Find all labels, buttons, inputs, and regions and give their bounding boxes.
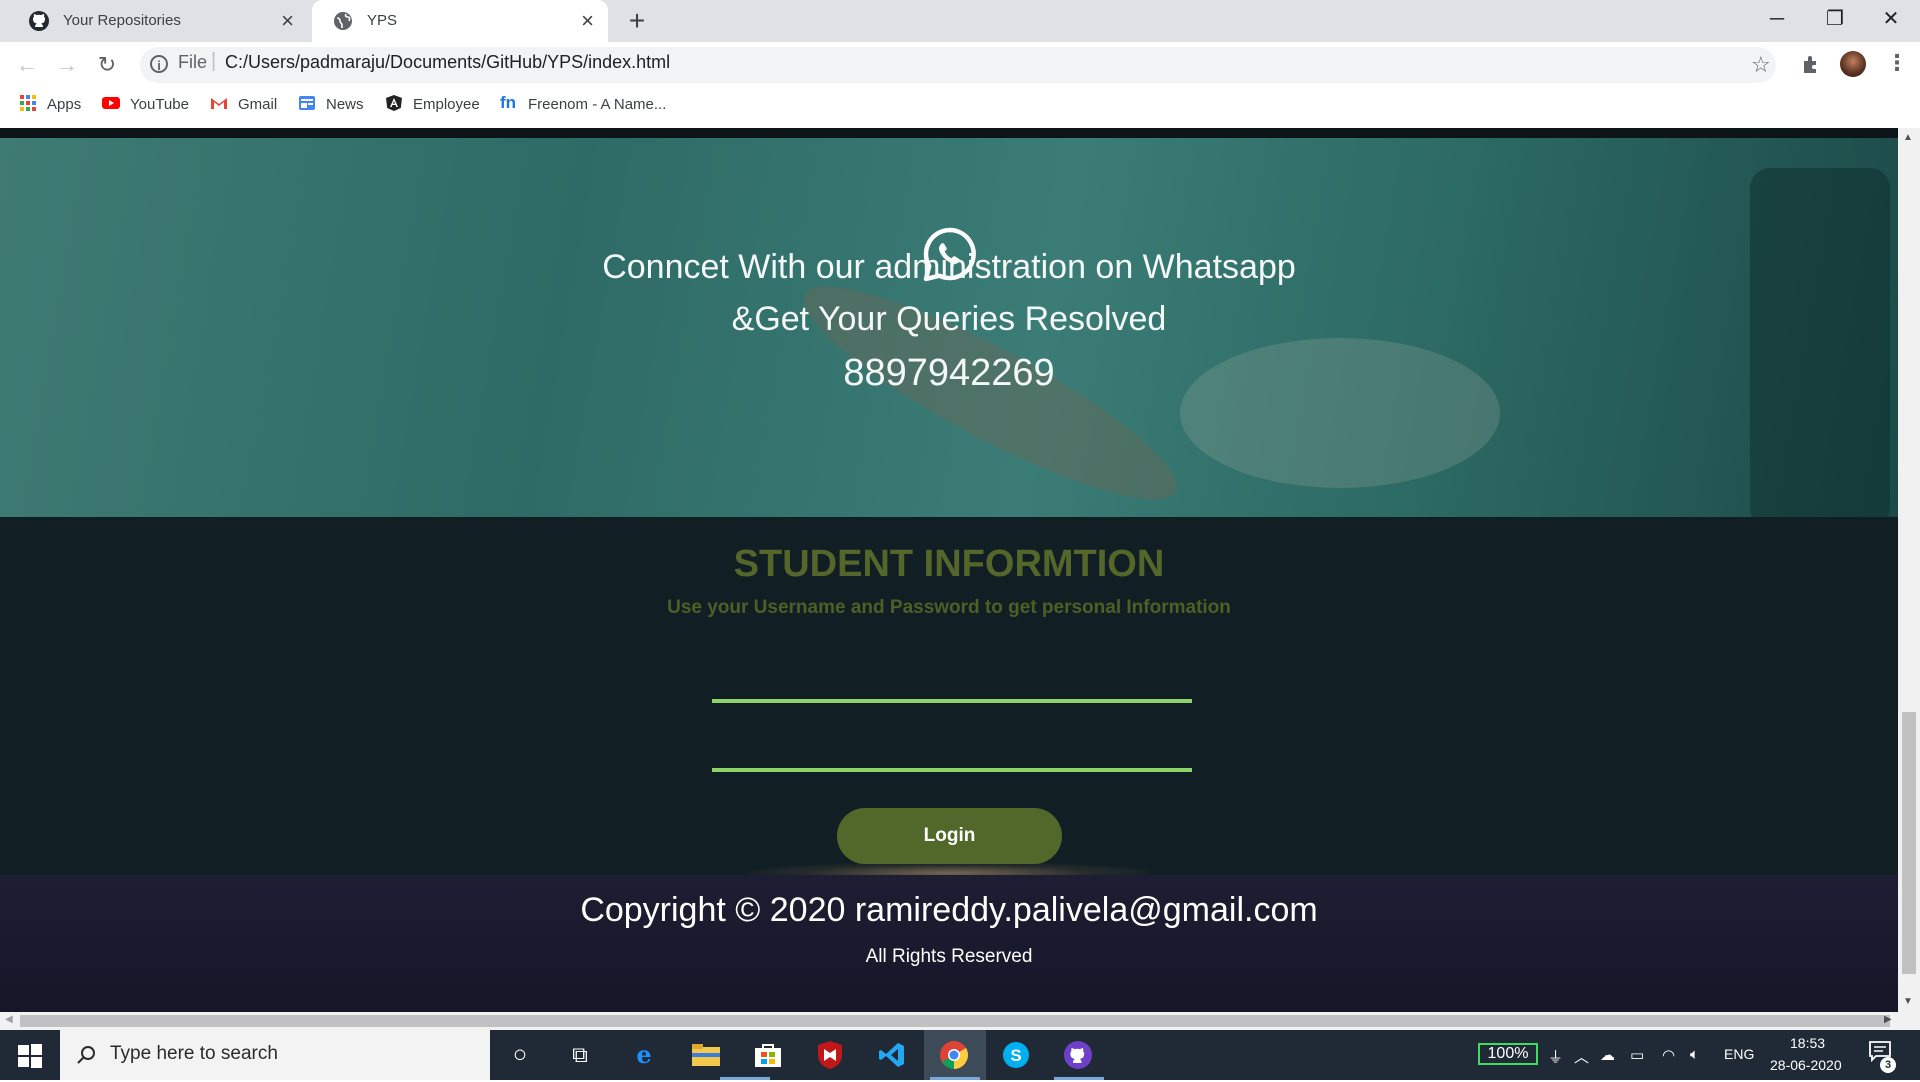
tab-title: Your Repositories	[63, 12, 181, 29]
hero-phone-number: 8897942269	[843, 352, 1055, 394]
search-icon	[75, 1044, 97, 1066]
angular-icon	[385, 94, 403, 112]
bookmark-gmail[interactable]: Gmail	[210, 93, 277, 117]
bookmark-star-icon[interactable]: ☆	[1751, 52, 1771, 78]
restore-button[interactable]: ❐	[1806, 0, 1864, 38]
whatsapp-hero-section: Conncet With our administration on Whats…	[0, 138, 1898, 517]
login-button[interactable]: Login	[837, 808, 1062, 864]
extensions-icon[interactable]	[1800, 53, 1822, 75]
globe-icon	[332, 10, 354, 32]
reload-button[interactable]: ↻	[90, 50, 124, 80]
password-input[interactable]	[712, 722, 1192, 772]
windows-start-icon[interactable]	[18, 1044, 42, 1068]
student-information-section: STUDENT INFORMTION Use your Username and…	[0, 517, 1898, 884]
task-view-icon[interactable]: ⧉	[560, 1036, 600, 1074]
youtube-icon	[102, 94, 120, 112]
horizontal-scroll-thumb[interactable]	[20, 1015, 1890, 1027]
bookmark-label: News	[326, 96, 364, 113]
battery-icon[interactable]: ▭	[1630, 1046, 1644, 1064]
bookmark-label: Gmail	[238, 96, 278, 113]
chrome-icon[interactable]	[934, 1036, 974, 1074]
forward-button[interactable]: →	[50, 50, 84, 80]
minimize-button[interactable]: ─	[1748, 0, 1806, 38]
top-edge	[0, 128, 1898, 138]
bookmark-label: YouTube	[130, 96, 189, 113]
battery-percentage[interactable]: 100%	[1478, 1043, 1538, 1065]
tab-yps[interactable]: YPS ×	[312, 0, 608, 42]
notification-count-badge: 3	[1880, 1057, 1896, 1073]
scroll-up-arrow-icon[interactable]: ▲	[1903, 132, 1913, 143]
section-title: STUDENT INFORMTION	[733, 543, 1165, 585]
bookmark-youtube[interactable]: YouTube	[102, 93, 189, 117]
github-desktop-icon[interactable]	[1058, 1036, 1098, 1074]
apps-grid-icon	[19, 94, 37, 112]
username-input[interactable]	[712, 653, 1192, 703]
bookmark-employee[interactable]: Employee	[385, 93, 480, 117]
edge-icon[interactable]: e	[624, 1036, 664, 1074]
scroll-left-arrow-icon[interactable]: ◀	[5, 1014, 13, 1025]
power-plug-icon[interactable]: ⏚	[1548, 1046, 1563, 1067]
bookmark-label: Freenom - A Name...	[528, 96, 667, 113]
menu-kebab-icon[interactable]: ⋮	[1886, 50, 1908, 76]
github-icon	[28, 10, 50, 32]
footer: Copyright © 2020 ramireddy.palivela@gmai…	[0, 875, 1898, 1012]
bookmarks-bar	[0, 88, 1920, 122]
scroll-right-arrow-icon[interactable]: ▶	[1884, 1014, 1892, 1025]
volume-icon[interactable]: 🔈︎	[1690, 1046, 1699, 1063]
news-icon	[298, 94, 316, 112]
section-subtitle: Use your Username and Password to get pe…	[667, 597, 1231, 618]
rights-text: All Rights Reserved	[865, 946, 1033, 967]
scroll-down-arrow-icon[interactable]: ▼	[1903, 996, 1913, 1007]
tab-your-repositories[interactable]: Your Repositories ×	[8, 0, 308, 42]
url-divider: |	[211, 50, 217, 72]
skype-icon[interactable]: S	[996, 1036, 1036, 1074]
store-icon[interactable]	[748, 1036, 788, 1074]
vertical-scroll-thumb[interactable]	[1902, 712, 1916, 974]
bookmark-apps[interactable]: Apps	[19, 93, 81, 117]
tab-title: YPS	[367, 12, 398, 29]
bookmark-label: Employee	[413, 96, 480, 113]
onedrive-icon[interactable]: ☁	[1600, 1046, 1615, 1064]
new-tab-button[interactable]: +	[620, 6, 654, 36]
show-hidden-icons-icon[interactable]: ︿	[1574, 1046, 1589, 1067]
back-button[interactable]: ←	[10, 50, 44, 80]
gmail-icon	[210, 94, 228, 112]
tab-close-button[interactable]: ×	[581, 8, 594, 34]
close-window-button[interactable]: ✕	[1862, 0, 1920, 38]
info-icon[interactable]: i	[150, 55, 168, 73]
language-indicator[interactable]: ENG	[1724, 1046, 1754, 1062]
vscode-icon[interactable]	[872, 1036, 912, 1074]
hero-line-2: &Get Your Queries Resolved	[731, 300, 1167, 338]
freenom-icon: fn	[500, 93, 517, 113]
clock-time[interactable]: 18:53	[1790, 1035, 1825, 1051]
bookmark-freenom[interactable]: fn Freenom - A Name...	[500, 93, 666, 117]
wifi-icon[interactable]: ◠	[1662, 1046, 1675, 1064]
mcafee-icon[interactable]	[810, 1036, 850, 1074]
svg-text:S: S	[1010, 1046, 1021, 1065]
clock-date[interactable]: 28-06-2020	[1770, 1057, 1842, 1073]
scheme-label: File	[178, 52, 208, 72]
page-viewport: Conncet With our administration on Whats…	[0, 128, 1898, 1012]
url-text[interactable]: C:/Users/padmaraju/Documents/GitHub/YPS/…	[225, 52, 670, 73]
bookmark-label: Apps	[47, 96, 82, 113]
copyright-text: Copyright © 2020 ramireddy.palivela@gmai…	[580, 891, 1318, 929]
file-explorer-icon[interactable]	[686, 1036, 726, 1074]
hero-background-shadow	[1750, 168, 1890, 517]
tab-close-button[interactable]: ×	[281, 8, 294, 34]
search-placeholder: Type here to search	[110, 1043, 278, 1064]
hero-line-1: Conncet With our administration on Whats…	[602, 248, 1296, 286]
cortana-icon[interactable]: ○	[500, 1036, 540, 1074]
bookmark-news[interactable]: News	[298, 93, 364, 117]
avatar[interactable]	[1840, 51, 1866, 77]
